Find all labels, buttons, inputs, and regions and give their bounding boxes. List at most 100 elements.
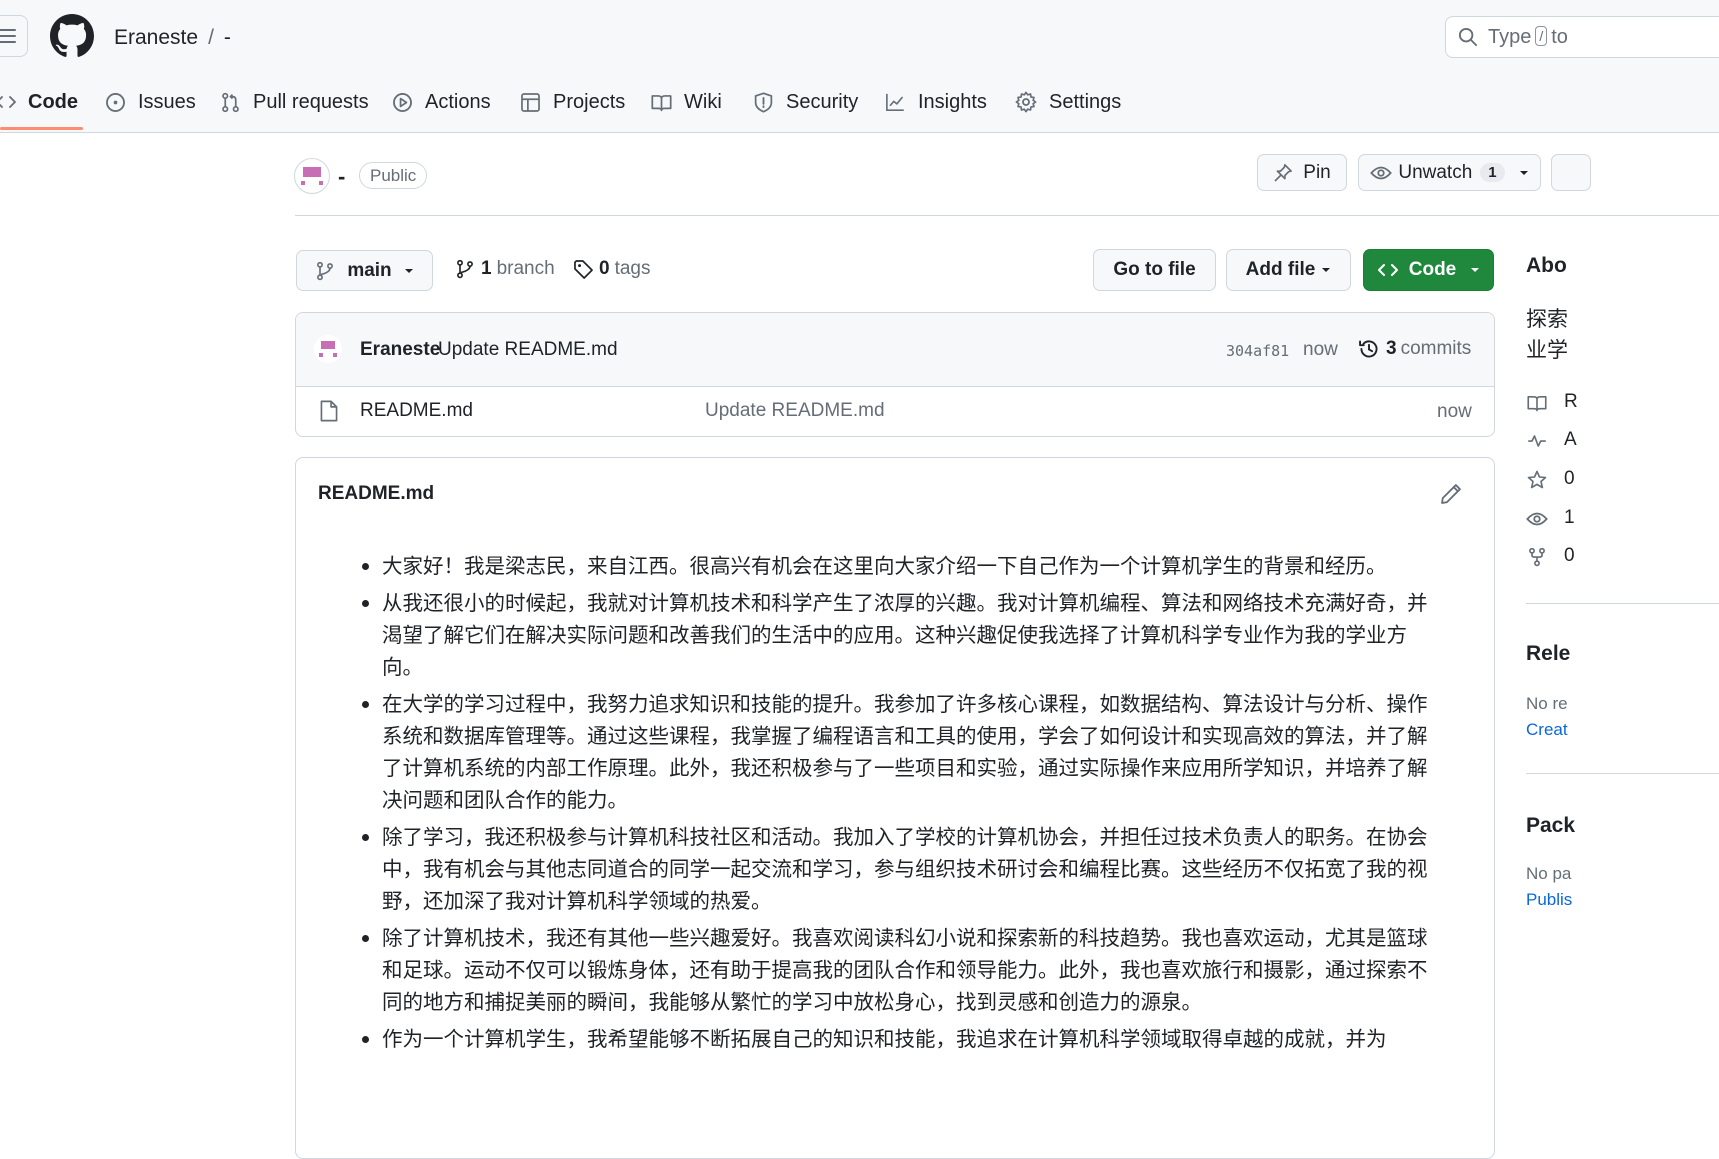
forks-link[interactable]: 0 — [1564, 545, 1575, 567]
packages-title[interactable]: Pack — [1526, 814, 1575, 838]
divider — [1526, 603, 1719, 604]
branch-count-value: 1 — [481, 258, 492, 279]
tab-label: Pull requests — [253, 90, 369, 113]
about-title: Abo — [1526, 254, 1567, 277]
github-logo-icon[interactable] — [50, 14, 94, 58]
pull-request-icon — [222, 92, 239, 112]
identicon-icon — [319, 341, 337, 357]
tab-actions[interactable]: Actions — [392, 78, 491, 126]
list-item: 作为一个计算机学生，我希望能够不断拓展自己的知识和技能，我追求在计算机科学领域取… — [362, 1023, 1442, 1055]
tag-icon — [574, 259, 593, 279]
code-button-label: Code — [1408, 259, 1457, 280]
commit-author[interactable]: Eraneste — [360, 339, 440, 361]
branch-select-button[interactable]: main — [296, 250, 433, 291]
table-icon — [521, 92, 540, 112]
tab-label: Actions — [425, 90, 491, 113]
commit-count-label: commits — [1400, 338, 1472, 359]
releases-title[interactable]: Rele — [1526, 642, 1570, 666]
watch-counter: 1 — [1480, 163, 1505, 182]
packages-empty-text: No pa — [1526, 864, 1572, 883]
readme-link[interactable]: R — [1564, 391, 1578, 413]
visibility-badge: Public — [359, 162, 428, 189]
file-commit-message[interactable]: Update README.md — [705, 400, 885, 422]
code-button[interactable]: Code — [1363, 249, 1494, 291]
readme-panel: README.md 大家好！我是梁志民，来自江西。很高兴有机会在这里向大家介绍一… — [295, 457, 1495, 1159]
shield-icon — [754, 91, 773, 113]
tag-count-value: 0 — [599, 258, 610, 279]
tab-label: Issues — [138, 90, 196, 113]
divider — [295, 215, 1719, 216]
tab-label: Projects — [553, 90, 626, 113]
fork-button[interactable] — [1551, 154, 1591, 191]
commit-author-avatar[interactable] — [314, 335, 342, 363]
readme-content: 大家好！我是梁志民，来自江西。很高兴有机会在这里向大家介绍一下自己作为一个计算机… — [362, 550, 1442, 1060]
tab-wiki[interactable]: Wiki — [651, 78, 722, 126]
fork-icon — [1529, 547, 1545, 567]
go-to-file-label: Go to file — [1113, 259, 1196, 280]
chevron-down-icon — [1519, 170, 1528, 175]
repo-title[interactable]: - — [338, 164, 345, 190]
commit-time: now — [1303, 339, 1338, 360]
tab-code[interactable]: Code — [0, 78, 78, 126]
search-input[interactable]: Type / to — [1445, 16, 1719, 58]
list-item: 除了学习，我还积极参与计算机科技社区和活动。我加入了学校的计算机协会，并担任过技… — [362, 821, 1442, 917]
chevron-down-icon — [1322, 268, 1331, 272]
pencil-icon[interactable] — [1440, 483, 1462, 505]
tab-security[interactable]: Security — [753, 78, 858, 126]
pin-icon — [1274, 163, 1293, 181]
commit-sha[interactable]: 304af81 — [1226, 342, 1289, 360]
divider — [1526, 773, 1719, 774]
tab-pull-requests[interactable]: Pull requests — [220, 78, 369, 126]
breadcrumb: Eraneste / - — [114, 26, 231, 50]
global-header: Eraneste / - Type / to Code Issues Pull requ… — [0, 0, 1719, 133]
about-description: 探索 业学 — [1526, 307, 1568, 362]
publish-package-link[interactable]: Publis — [1526, 890, 1572, 910]
code-icon — [1377, 264, 1398, 276]
commits-link[interactable]: 3 commits — [1358, 338, 1471, 360]
menu-button[interactable] — [0, 15, 28, 57]
commit-message[interactable]: Update README.md — [438, 339, 618, 361]
tags-link[interactable]: 0 tags — [573, 258, 651, 280]
tab-projects[interactable]: Projects — [520, 78, 625, 126]
branch-icon — [317, 261, 334, 280]
list-item: 大家好！我是梁志民，来自江西。很高兴有机会在这里向大家介绍一下自己作为一个计算机… — [362, 550, 1442, 582]
hamburger-icon — [0, 29, 16, 43]
branches-link[interactable]: 1 branch — [455, 258, 555, 280]
create-release-link[interactable]: Creat — [1526, 720, 1568, 740]
code-icon — [0, 96, 16, 108]
play-icon — [393, 92, 412, 112]
file-commit-time: now — [1437, 401, 1472, 422]
readme-title[interactable]: README.md — [318, 483, 434, 505]
tab-label: Code — [28, 90, 78, 113]
go-to-file-button[interactable]: Go to file — [1093, 249, 1216, 291]
owner-avatar[interactable] — [294, 158, 330, 194]
unwatch-button[interactable]: Unwatch 1 — [1358, 154, 1541, 191]
gear-icon — [1015, 91, 1037, 113]
tab-label: Insights — [918, 90, 987, 113]
branch-name: main — [347, 259, 392, 281]
latest-commit-row: Eraneste Update README.md 304af81 now 3 … — [296, 313, 1494, 387]
table-row[interactable]: README.md Update README.md now — [296, 387, 1494, 435]
activity-link[interactable]: A — [1564, 429, 1577, 451]
add-file-label: Add file — [1245, 259, 1316, 280]
file-name-link[interactable]: README.md — [360, 400, 473, 422]
chevron-down-icon — [404, 268, 413, 273]
tab-issues[interactable]: Issues — [105, 78, 196, 126]
history-icon — [1359, 340, 1378, 358]
repo-link[interactable]: - — [224, 26, 231, 49]
tab-settings[interactable]: Settings — [1015, 78, 1121, 126]
tab-label: Wiki — [684, 90, 722, 113]
list-item: 在大学的学习过程中，我努力追求知识和技能的提升。我参加了许多核心课程，如数据结构… — [362, 688, 1442, 816]
active-tab-underline — [0, 127, 83, 130]
breadcrumb-separator: / — [208, 26, 214, 49]
identicon-icon — [301, 167, 323, 185]
owner-link[interactable]: Eraneste — [114, 26, 198, 49]
add-file-button[interactable]: Add file — [1226, 249, 1351, 291]
pin-button[interactable]: Pin — [1257, 154, 1347, 191]
repo-nav: Code Issues Pull requests Actions Projec… — [0, 78, 1719, 132]
pin-label: Pin — [1303, 161, 1331, 183]
search-shortcut-key: / — [1535, 26, 1548, 46]
stars-link[interactable]: 0 — [1564, 468, 1575, 490]
watchers-link[interactable]: 1 — [1564, 507, 1575, 529]
tab-insights[interactable]: Insights — [884, 78, 987, 126]
